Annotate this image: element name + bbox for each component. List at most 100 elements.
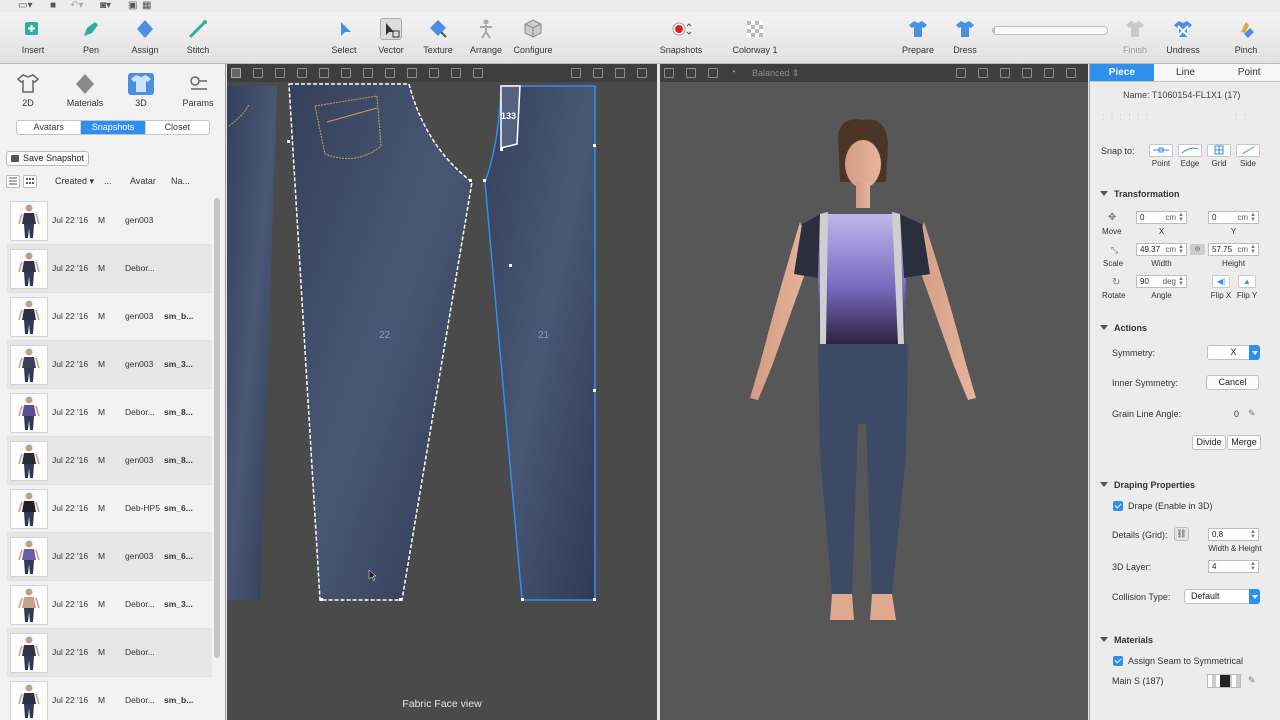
material-swatch[interactable] — [1207, 674, 1241, 688]
snapshot-thumbnail — [10, 441, 48, 481]
camera-icon — [11, 155, 19, 162]
cancel-inner-symmetry-button[interactable]: Cancel — [1206, 375, 1259, 390]
snapshot-list: Jul 22 '16 Mgen003 Jul 22 '16 M Debor... Jul … — [7, 197, 212, 720]
snapshot-row[interactable]: Jul 22 '16 M Debor... — [7, 245, 212, 293]
transformation-section[interactable]: Transformation — [1100, 189, 1180, 199]
save-snapshot-button[interactable]: Save Snapshot — [6, 151, 89, 166]
flip-x-icon[interactable]: ◀| — [1212, 275, 1230, 288]
move-y-input[interactable]: 0 cm ▲ ▼ — [1208, 211, 1259, 224]
snapshot-thumbnail — [10, 681, 48, 720]
insert-tool[interactable]: Insert — [2, 16, 64, 55]
snapshot-row[interactable]: Jul 22 '16 M Debor... sm_8... — [7, 389, 212, 437]
grid-view-icon[interactable] — [23, 175, 37, 188]
snapshot-thumbnail — [10, 201, 48, 241]
undo-icon[interactable]: ↶▾ — [70, 0, 83, 11]
mini-toolbar: ▭▾ ■ ↶▾ ◙▾ ▣ ▦ — [0, 0, 1280, 12]
tab-3d[interactable]: 3D — [113, 71, 169, 108]
3d-layer-input[interactable]: 4 ▲ ▼ — [1208, 560, 1259, 573]
property-editor-panel: Piece Line Point Name: T1060154-FL1X1 (1… — [1089, 64, 1280, 720]
configure-tool[interactable]: Configure — [502, 16, 564, 55]
shirt-prepare-icon — [907, 18, 929, 40]
column-dots[interactable]: ... — [104, 176, 112, 186]
snapshot-thumbnail — [10, 537, 48, 577]
edit-pencil-icon[interactable]: ✎ — [1248, 408, 1256, 419]
width-input[interactable]: 49.37 cm ▲ ▼ — [1136, 243, 1187, 256]
collision-type-select[interactable]: Default — [1184, 589, 1260, 604]
snapshot-list-scrollbar[interactable] — [214, 198, 220, 658]
materials-section[interactable]: Materials — [1100, 635, 1153, 645]
snapshot-row[interactable]: Jul 22 '16 M Debor... — [7, 629, 212, 677]
tab-params[interactable]: Params — [170, 71, 225, 108]
colorway-tool[interactable]: Colorway 1 — [724, 16, 786, 55]
link-icon[interactable]: ⛓ — [1174, 527, 1189, 541]
assign-seam-checkbox[interactable] — [1113, 656, 1123, 666]
angle-input[interactable]: 90 deg ▲ ▼ — [1136, 275, 1187, 288]
edit-material-icon[interactable]: ✎ — [1248, 675, 1256, 686]
snapshot-thumbnail — [10, 297, 48, 337]
snapshot-thumbnail — [10, 345, 48, 385]
stitch-icon — [187, 18, 209, 40]
subtab-avatars[interactable]: Avatars — [17, 121, 82, 134]
details-grid-input[interactable]: 0.8 ▲ ▼ — [1208, 528, 1259, 541]
column-avatar[interactable]: Avatar — [130, 176, 156, 186]
snap-grid-button[interactable] — [1207, 144, 1231, 157]
pinch-tool[interactable]: Pinch — [1215, 16, 1277, 55]
distribute-icons[interactable]: ⫶ ⫶ — [1235, 112, 1248, 123]
snapshots-tool[interactable]: Snapshots — [650, 16, 712, 55]
draping-properties-section[interactable]: Draping Properties — [1100, 480, 1195, 490]
merge-button[interactable]: Merge — [1227, 435, 1261, 450]
tab-point[interactable]: Point — [1217, 64, 1280, 81]
property-tabs: Piece Line Point — [1090, 64, 1280, 82]
vector-icon — [380, 18, 402, 40]
snapshot-row[interactable]: Jul 22 '16 Mgen003 sm_3... — [7, 341, 212, 389]
window-menu-icon[interactable]: ▭▾ — [18, 0, 32, 11]
lock-ratio-icon[interactable]: ⊝ — [1190, 244, 1205, 255]
flip-y-icon[interactable]: ▲ — [1238, 275, 1256, 288]
assign-icon — [134, 18, 156, 40]
column-name[interactable]: Na... — [171, 176, 190, 186]
grain-line-angle-value[interactable]: 0 — [1234, 409, 1239, 419]
snapshot-row[interactable]: Jul 22 '16 Mgen003 sm_b... — [7, 293, 212, 341]
configure-cube-icon — [522, 18, 544, 40]
pattern-2d-view[interactable]: 22 21 133 Fabric Face view — [227, 64, 657, 720]
rotate-icon: ↻ — [1112, 277, 1121, 288]
camera-icon[interactable]: ◙▾ — [100, 0, 111, 11]
snapshot-row[interactable]: Jul 22 '16 Mgen003 — [7, 197, 212, 245]
snap-point-button[interactable] — [1149, 144, 1173, 157]
move-icon: ✥ — [1108, 212, 1117, 223]
save-icon[interactable]: ■ — [50, 0, 56, 11]
pinch-icon — [1235, 18, 1257, 40]
divide-button[interactable]: Divide — [1192, 435, 1226, 450]
stitch-tool[interactable]: Stitch — [167, 16, 229, 55]
undress-tool[interactable]: Undress — [1152, 16, 1214, 55]
actions-section[interactable]: Actions — [1100, 323, 1147, 333]
height-input[interactable]: 57.75 cm ▲ ▼ — [1208, 243, 1259, 256]
snap-edge-button[interactable] — [1178, 144, 1202, 157]
snapshot-row[interactable]: Jul 22 '16 Mgen003 sm_6... — [7, 533, 212, 581]
column-created[interactable]: Created ▾ — [55, 176, 94, 187]
snapshot-row[interactable]: Jul 22 '16 M Debor... sm_b... — [7, 677, 212, 720]
dress-tool[interactable]: Dress — [934, 16, 996, 55]
subtab-closet[interactable]: Closet — [146, 121, 209, 134]
avatar-3d-view[interactable]: ◔ Balanced ⇕ — [660, 64, 1088, 720]
snapshot-row[interactable]: Jul 22 '16 Mgen003 sm_8... — [7, 437, 212, 485]
shirt-small-icon[interactable]: ▣ — [128, 0, 137, 11]
piece-21-number: 21 — [538, 330, 550, 341]
pen-tool[interactable]: Pen — [60, 16, 122, 55]
grid-small-icon[interactable]: ▦ — [142, 0, 151, 11]
shirt-2d-icon — [15, 73, 41, 95]
snapshot-row[interactable]: Jul 22 '16 M Debor... sm_3... — [7, 581, 212, 629]
drape-checkbox[interactable] — [1113, 501, 1123, 511]
tab-line[interactable]: Line — [1154, 64, 1218, 81]
subtab-snapshots[interactable]: Snapshots — [81, 121, 146, 134]
snapshot-row[interactable]: Jul 22 '16 M Deb-HP5 sm_6... — [7, 485, 212, 533]
tab-2d[interactable]: 2D — [0, 71, 56, 108]
symmetry-select[interactable]: X — [1207, 345, 1260, 360]
list-view-icon[interactable] — [6, 175, 20, 188]
texture-icon — [427, 18, 449, 40]
align-icons[interactable]: ⫶ ⫶ ⫶ ⫶ ⫶ ⫶ — [1102, 112, 1150, 123]
tab-materials[interactable]: Materials — [57, 71, 113, 108]
tab-piece[interactable]: Piece — [1090, 64, 1154, 81]
move-x-input[interactable]: 0 cm ▲ ▼ — [1136, 211, 1187, 224]
snap-side-button[interactable] — [1236, 144, 1260, 157]
